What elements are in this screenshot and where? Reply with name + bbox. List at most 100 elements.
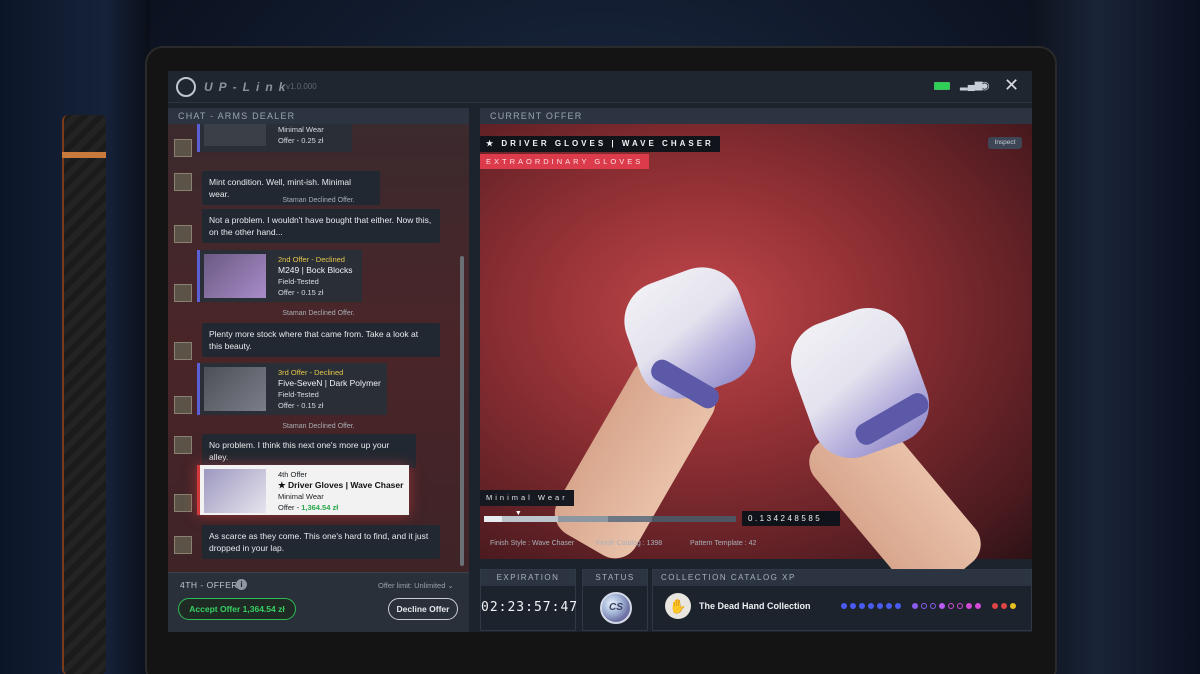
inspect-button[interactable]: Inspect — [988, 137, 1022, 149]
offer-price-prefix: Offer - — [278, 503, 302, 512]
collection-dot — [921, 603, 927, 609]
collection-dot — [1010, 603, 1016, 609]
collection-dot — [841, 603, 847, 609]
collection-dot — [877, 603, 883, 609]
offer-price: Offer - 0.15 zł — [278, 288, 324, 297]
chat-message: As scarce as they come. This one's hard … — [202, 525, 440, 559]
collection-dot — [850, 603, 856, 609]
chat-footer: 4TH - OFFER i Offer limit: Unlimited ⌄ A… — [168, 572, 469, 632]
info-icon[interactable]: i — [236, 579, 247, 590]
avatar — [174, 284, 192, 302]
offer-name: ★ Driver Gloves | Wave Chaser — [278, 480, 404, 490]
chat-header: CHAT - ARMS DEALER — [168, 108, 469, 124]
chat-body[interactable]: Minimal Wear Offer - 0.25 zł Mint condit… — [168, 124, 469, 570]
offer-name: M249 | Bock Blocks — [278, 265, 353, 275]
collection-hand-icon: ✋ — [665, 593, 691, 619]
offer-price: Offer - 0.25 zł — [278, 136, 324, 145]
offer-price: Offer - 0.15 zł — [278, 401, 324, 410]
pattern-template: Pattern Template : 42 — [690, 540, 757, 547]
close-icon[interactable]: ✕ — [1004, 75, 1019, 96]
avatar — [174, 536, 192, 554]
collection-dot — [859, 603, 865, 609]
avatar — [174, 139, 192, 157]
collection-dot — [948, 603, 954, 609]
chat-scrollbar[interactable] — [460, 256, 464, 566]
collection-dot — [939, 603, 945, 609]
avatar — [174, 173, 192, 191]
top-bar: UP-Link v1.0.000 ▂▄▆ ◉ ✕ — [168, 71, 1032, 103]
offer-details: Minimal Wear Offer - 0.25 zł — [278, 124, 324, 146]
background-pillar — [62, 115, 106, 674]
wear-bar: ▼ — [484, 510, 736, 522]
collection-dot — [975, 603, 981, 609]
avatar — [174, 494, 192, 512]
chat-panel: CHAT - ARMS DEALER Minimal Wear Offer - … — [168, 108, 469, 632]
avatar — [174, 436, 192, 454]
collection-header: COLLECTION CATALOG XP — [653, 570, 1031, 586]
wear-seg-ww — [608, 516, 652, 522]
rarity-badge: EXTRAORDINARY GLOVES — [480, 154, 650, 169]
offer-wear: Minimal Wear — [278, 492, 324, 501]
collection-progress-dots — [841, 603, 1016, 609]
wear-seg-mw — [502, 516, 558, 522]
collection-dot — [957, 603, 963, 609]
finish-style: Finish Style : Wave Chaser — [490, 540, 575, 547]
wear-seg-bs — [652, 516, 736, 522]
offer-wear: Field-Tested — [278, 390, 319, 399]
offer-details: 2nd Offer - Declined M249 | Bock Blocks … — [278, 254, 353, 298]
collection-dot — [1001, 603, 1007, 609]
accept-offer-button[interactable]: Accept Offer 1,364.54 zł — [178, 598, 296, 620]
version-label: v1.0.000 — [286, 82, 317, 91]
finish-catalog: Finish Catalog : 1398 — [596, 540, 663, 547]
float-value: 0.134248585 — [742, 511, 840, 526]
uplink-screen: UP-Link v1.0.000 ▂▄▆ ◉ ✕ CHAT - ARMS DEA… — [168, 71, 1032, 632]
wear-label: Minimal Wear — [480, 490, 574, 506]
avatar — [174, 342, 192, 360]
offer-price-value: 1,364.54 zł — [301, 503, 339, 512]
status-box: STATUS CS — [582, 569, 648, 631]
system-message: Staman Declined Offer. — [282, 310, 355, 317]
avatar — [174, 225, 192, 243]
offer-status: 3rd Offer - Declined — [278, 368, 344, 377]
offer-wear: Minimal Wear — [278, 125, 324, 134]
offer-thumbnail — [204, 469, 266, 513]
collection-dot — [992, 603, 998, 609]
collection-box: COLLECTION CATALOG XP ✋ The Dead Hand Co… — [652, 569, 1032, 631]
collection-dot — [868, 603, 874, 609]
collection-dot — [912, 603, 918, 609]
system-message: Staman Declined Offer. — [282, 197, 355, 204]
avatar — [174, 396, 192, 414]
collection-dot — [886, 603, 892, 609]
status-header: STATUS — [583, 570, 647, 586]
offer-details: 3rd Offer - Declined Five-SeveN | Dark P… — [278, 367, 381, 411]
offer-status: 4th Offer — [278, 470, 308, 479]
offer-details: 4th Offer ★ Driver Gloves | Wave Chaser … — [278, 469, 403, 513]
decline-offer-button[interactable]: Decline Offer — [388, 598, 458, 620]
wear-seg-fn — [484, 516, 502, 522]
wear-marker: ▼ — [514, 510, 522, 517]
offer-card-3[interactable]: 3rd Offer - Declined Five-SeveN | Dark P… — [197, 363, 387, 415]
offer-card-4[interactable]: 4th Offer ★ Driver Gloves | Wave Chaser … — [197, 465, 409, 515]
chat-message: No problem. I think this next one's more… — [202, 434, 416, 468]
offer-card-1[interactable]: Minimal Wear Offer - 0.25 zł — [197, 124, 352, 152]
offer-thumbnail — [204, 124, 266, 146]
offer-name: Five-SeveN | Dark Polymer — [278, 378, 381, 388]
collection-dot — [895, 603, 901, 609]
chat-message: Not a problem. I wouldn't have bought th… — [202, 209, 440, 243]
offer-wear: Field-Tested — [278, 277, 319, 286]
offer-status: 2nd Offer - Declined — [278, 255, 345, 264]
logo-icon — [176, 77, 196, 97]
brand-title: UP-Link — [204, 80, 292, 94]
collection-dot — [966, 603, 972, 609]
battery-icon — [934, 82, 950, 90]
offer-number-label: 4TH - OFFER — [180, 580, 238, 590]
current-offer-header: CURRENT OFFER — [480, 108, 1032, 124]
status-badge: CS — [600, 592, 632, 624]
chat-message: Plenty more stock where that came from. … — [202, 323, 440, 357]
offer-limit-dropdown[interactable]: Offer limit: Unlimited ⌄ — [378, 581, 454, 590]
expiration-timer: 02:23:57:47 — [481, 600, 579, 615]
collection-dot — [930, 603, 936, 609]
offer-price: Offer - 1,364.54 zł — [278, 502, 403, 513]
item-title: ★ DRIVER GLOVES | WAVE CHASER — [480, 136, 720, 152]
offer-card-2[interactable]: 2nd Offer - Declined M249 | Bock Blocks … — [197, 250, 362, 302]
